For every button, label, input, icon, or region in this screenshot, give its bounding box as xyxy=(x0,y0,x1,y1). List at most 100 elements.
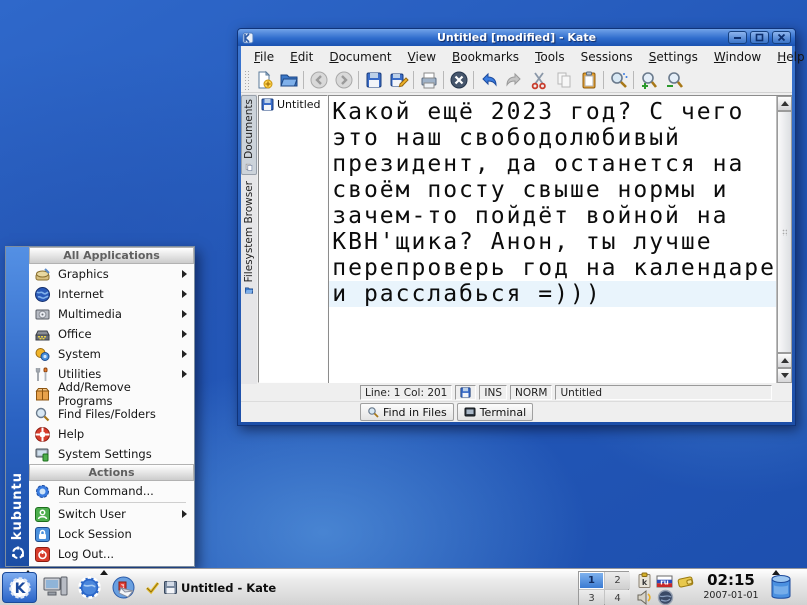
toolbar-separator xyxy=(358,71,359,89)
save-icon[interactable] xyxy=(361,68,386,91)
tab-filesystem-browser[interactable]: Filesystem Browser xyxy=(241,177,257,299)
menu-item-graphics[interactable]: Graphics xyxy=(29,264,194,284)
kmenu-header-actions: Actions xyxy=(29,464,194,481)
redo-icon[interactable] xyxy=(501,68,526,91)
menu-item-office[interactable]: Office xyxy=(29,324,194,344)
kmenu-button[interactable]: K xyxy=(2,572,37,603)
pager-desktop-4[interactable]: 4 xyxy=(605,590,630,605)
menu-item-label: Utilities xyxy=(58,367,101,381)
toolview-tabs: Find in Files Terminal xyxy=(241,401,792,422)
pager-desktop-2[interactable]: 2 xyxy=(605,572,630,589)
klipper-clipboard-icon[interactable]: k xyxy=(636,572,653,589)
forward-icon[interactable] xyxy=(331,68,356,91)
kwallet-icon[interactable] xyxy=(677,573,694,590)
copy-icon[interactable] xyxy=(551,68,576,91)
cursor-position: Line: 1 Col: 201 xyxy=(360,385,452,400)
volume-icon[interactable] xyxy=(636,589,653,605)
taskbar-task-kate[interactable]: Untitled - Kate xyxy=(145,572,276,603)
maximize-button[interactable] xyxy=(750,31,769,44)
tab-find-in-files[interactable]: Find in Files xyxy=(360,403,454,421)
menu-document[interactable]: Document xyxy=(321,48,399,66)
save-as-icon[interactable] xyxy=(386,68,411,91)
menu-edit[interactable]: Edit xyxy=(282,48,321,66)
document-list-item[interactable]: Untitled xyxy=(259,96,327,113)
terminal-icon xyxy=(464,406,476,418)
titlebar[interactable]: Untitled [modified] - Kate xyxy=(238,29,795,46)
editor-line: своём посту свыше нормы и xyxy=(329,177,776,203)
window-body: File Edit Document View Bookmarks Tools … xyxy=(241,46,792,422)
task-label: Untitled - Kate xyxy=(181,581,276,595)
text-editor[interactable]: Какой ещё 2023 год? С чего это наш свобо… xyxy=(329,96,776,383)
konqueror-icon[interactable] xyxy=(74,572,105,603)
menu-item-lock-session[interactable]: Lock Session xyxy=(29,524,194,544)
pager-desktop-3[interactable]: 3 xyxy=(579,590,604,605)
menu-file[interactable]: File xyxy=(246,48,282,66)
system-menu-icon[interactable] xyxy=(40,572,71,603)
paste-icon[interactable] xyxy=(576,68,601,91)
menu-item-find-files[interactable]: Find Files/Folders xyxy=(29,404,194,424)
menu-item-switch-user[interactable]: Switch User xyxy=(29,504,194,524)
menu-item-help[interactable]: Help xyxy=(29,424,194,444)
window-title: Untitled [modified] - Kate xyxy=(238,31,795,44)
menu-item-label: Find Files/Folders xyxy=(58,407,156,421)
menu-item-system[interactable]: System xyxy=(29,344,194,364)
documents-icon xyxy=(242,163,256,171)
toolbar-handle[interactable] xyxy=(244,70,249,90)
editor-line: КВН'щика? Анон, ты лучше xyxy=(329,229,776,255)
menu-item-internet[interactable]: Internet xyxy=(29,284,194,304)
find-icon[interactable] xyxy=(606,68,631,91)
utilities-icon xyxy=(34,366,51,383)
minimize-button[interactable] xyxy=(728,31,747,44)
scroll-up-icon[interactable] xyxy=(777,96,792,111)
taskbar: K 3 Untitled - Kate 1 2 3 4 k ru xyxy=(0,568,807,605)
menu-item-log-out[interactable]: Log Out... xyxy=(29,544,194,564)
menu-item-multimedia[interactable]: Multimedia xyxy=(29,304,194,324)
terminal-label: Terminal xyxy=(480,406,527,419)
editor-scrollbar[interactable] xyxy=(776,96,792,383)
network-globe-icon[interactable] xyxy=(657,589,674,605)
menu-item-label: Switch User xyxy=(58,507,126,521)
switch-user-icon xyxy=(34,506,51,523)
print-icon[interactable] xyxy=(416,68,441,91)
kontact-icon[interactable]: 3 xyxy=(108,572,139,603)
scroll-down-icon[interactable] xyxy=(777,368,792,383)
trash-icon[interactable] xyxy=(765,573,797,604)
menu-bookmarks[interactable]: Bookmarks xyxy=(444,48,527,66)
menu-item-add-remove-programs[interactable]: Add/Remove Programs xyxy=(29,384,194,404)
tab-filesystem-label: Filesystem Browser xyxy=(243,181,255,282)
run-gear-icon xyxy=(34,483,51,500)
zoom-in-icon[interactable] xyxy=(636,68,661,91)
tab-documents[interactable]: Documents xyxy=(241,95,257,175)
zoom-out-icon[interactable] xyxy=(661,68,686,91)
menu-tools[interactable]: Tools xyxy=(527,48,573,66)
new-document-icon[interactable] xyxy=(251,68,276,91)
menu-item-label: Lock Session xyxy=(58,527,132,541)
menu-settings[interactable]: Settings xyxy=(641,48,706,66)
undo-icon[interactable] xyxy=(476,68,501,91)
menu-sessions[interactable]: Sessions xyxy=(573,48,641,66)
menu-window[interactable]: Window xyxy=(706,48,769,66)
back-icon[interactable] xyxy=(306,68,331,91)
svg-text:ru: ru xyxy=(660,579,668,587)
tab-terminal[interactable]: Terminal xyxy=(457,403,534,421)
editor-line: зачем-то пойдёт войной на xyxy=(329,203,776,229)
cut-icon[interactable] xyxy=(526,68,551,91)
scrollbar-thumb[interactable] xyxy=(777,111,792,353)
toolbar-separator xyxy=(603,71,604,89)
floppy-icon xyxy=(261,98,274,111)
menu-help[interactable]: Help xyxy=(769,48,807,66)
clock-applet[interactable]: 02:15 2007-01-01 xyxy=(697,571,765,602)
close-button[interactable] xyxy=(772,31,791,44)
menu-view[interactable]: View xyxy=(400,48,444,66)
pager-desktop-1[interactable]: 1 xyxy=(579,572,604,589)
menu-item-label: Help xyxy=(58,427,84,441)
open-document-icon[interactable] xyxy=(276,68,301,91)
kate-main-area: Documents Filesystem Browser Untitled xyxy=(241,94,792,384)
menu-item-system-settings[interactable]: System Settings xyxy=(29,444,194,464)
folder-icon xyxy=(242,286,256,295)
keyboard-layout-ru-icon[interactable]: ru xyxy=(656,573,673,590)
close-document-icon[interactable] xyxy=(446,68,471,91)
scroll-up-icon[interactable] xyxy=(777,353,792,368)
toolbar-separator xyxy=(473,71,474,89)
menu-item-run-command[interactable]: Run Command... xyxy=(29,481,194,501)
